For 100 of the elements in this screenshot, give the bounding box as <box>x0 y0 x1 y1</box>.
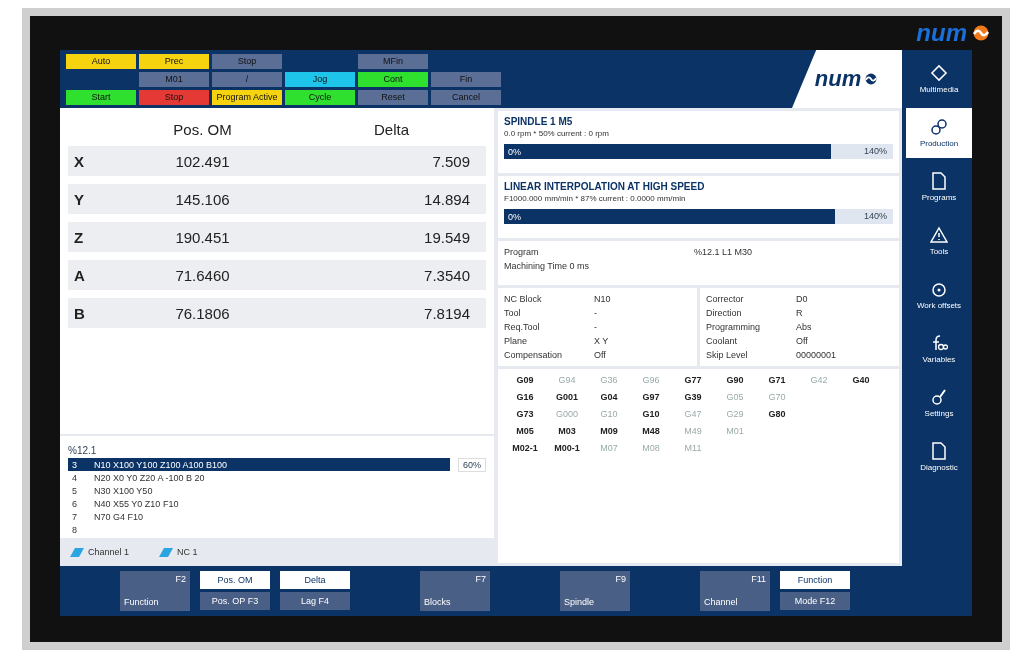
axis-name: Z <box>73 228 85 246</box>
delta-value: 19.549 <box>423 228 471 246</box>
channel-label[interactable]: Channel 1 <box>88 547 130 557</box>
softkey[interactable]: Lag F4 <box>280 592 350 610</box>
status-label: NC Block <box>504 294 543 304</box>
status-value: - <box>594 308 597 318</box>
g-code: G40 <box>851 375 871 385</box>
softkey-option[interactable]: Delta <box>280 571 350 589</box>
g-code: M01 <box>725 426 745 436</box>
g-code: G97 <box>641 392 661 402</box>
g-code: G04 <box>599 392 619 402</box>
sidebar-item[interactable]: Tools <box>906 216 972 266</box>
g-code: G77 <box>683 375 703 385</box>
status-value: Off <box>594 350 606 360</box>
softkey[interactable]: Pos. OP F3 <box>200 592 270 610</box>
g-code: G39 <box>683 392 703 402</box>
status-label: Programming <box>706 322 762 332</box>
g-code: M02-1 <box>511 443 539 453</box>
sidebar-item[interactable]: Settings <box>906 378 972 428</box>
gears-icon <box>930 118 948 136</box>
status-label: Skip Level <box>706 350 749 360</box>
softkey[interactable]: Mode F12 <box>780 592 850 610</box>
mode-button[interactable]: Start <box>66 90 136 105</box>
program-line[interactable]: 8 <box>68 523 450 536</box>
mode-button[interactable]: Cont <box>358 72 428 87</box>
info-label: Program <box>504 247 540 257</box>
brand-logo: num <box>916 19 967 47</box>
status-value: Off <box>796 336 808 346</box>
g-code: G71 <box>767 375 787 385</box>
gauge-title: LINEAR INTERPOLATION AT HIGH SPEED <box>504 181 706 192</box>
info-value: %12.1 L1 M30 <box>694 247 753 257</box>
function-icon <box>930 334 948 352</box>
sidebar-item[interactable]: Work offsets <box>906 270 972 320</box>
program-title: %12.1 <box>68 445 97 456</box>
document-icon <box>931 172 947 190</box>
sidebar-item[interactable]: Variables <box>906 324 972 374</box>
program-line[interactable]: 7 N70 G4 F10 <box>68 510 450 523</box>
mode-button[interactable]: Cancel <box>431 90 501 105</box>
status-value: X Y <box>594 336 609 346</box>
status-value: 00000001 <box>796 350 837 360</box>
channel-label[interactable]: NC 1 <box>177 547 198 557</box>
mode-button[interactable]: Cycle <box>285 90 355 105</box>
g-code: M48 <box>641 426 661 436</box>
softkey[interactable]: F2 Function <box>120 571 190 611</box>
g-code: M49 <box>683 426 703 436</box>
g-code: G36 <box>599 375 619 385</box>
axis-name: B <box>73 304 86 322</box>
mode-button[interactable]: Reset <box>358 90 428 105</box>
mode-button[interactable]: Jog <box>285 72 355 87</box>
document-icon <box>931 442 947 460</box>
program-line[interactable]: 5 N30 X100 Y50 <box>68 484 450 497</box>
g-code: G16 <box>515 392 535 402</box>
softkey[interactable]: F7 Blocks <box>420 571 490 611</box>
column-header: Pos. OM <box>172 120 233 138</box>
softkey[interactable]: F9 Spindle <box>560 571 630 611</box>
axis-name: Y <box>73 190 85 208</box>
softkey-option[interactable]: Pos. OM <box>200 571 270 589</box>
delta-value: 7.8194 <box>423 304 471 322</box>
mode-button[interactable]: Stop <box>212 54 282 69</box>
softkey[interactable]: F11 Channel <box>700 571 770 611</box>
sidebar-item[interactable]: Programs <box>906 162 972 212</box>
status-value: Abs <box>796 322 812 332</box>
mode-button[interactable]: Auto <box>66 54 136 69</box>
g-code: G09 <box>515 375 535 385</box>
g-code: G000 <box>555 409 579 419</box>
g-code: M00-1 <box>553 443 581 453</box>
program-line[interactable]: 4 N20 X0 Y0 Z20 A -100 B 20 <box>68 471 450 484</box>
position-value: 76.1806 <box>174 304 231 322</box>
program-line[interactable]: 6 N40 X55 Y0 Z10 F10 <box>68 497 450 510</box>
g-code: M07 <box>599 443 619 453</box>
delta-value: 14.894 <box>423 190 471 208</box>
delta-value: 7.509 <box>431 152 471 170</box>
mode-button[interactable]: Fin <box>431 72 501 87</box>
status-label: Coolant <box>706 336 739 346</box>
mode-button[interactable]: Prec <box>139 54 209 69</box>
mode-button[interactable]: M01 <box>139 72 209 87</box>
delta-value: 7.3540 <box>423 266 471 284</box>
g-code: G42 <box>809 375 829 385</box>
softkey-option[interactable]: Function <box>780 571 850 589</box>
status-label: Compensation <box>504 350 564 360</box>
g-code: G10 <box>599 409 619 419</box>
sidebar-item[interactable]: Multimedia <box>906 54 972 104</box>
sidebar-item[interactable]: Diagnostic <box>906 432 972 482</box>
mode-button[interactable]: Program Active <box>212 90 282 105</box>
info-label: Machining Time 0 ms <box>504 261 591 271</box>
gauge-max: 140% <box>863 146 887 156</box>
mode-button[interactable]: Stop <box>139 90 209 105</box>
g-code: M09 <box>599 426 619 436</box>
gauge-subtitle: 0.0 rpm * 50% current : 0 rpm <box>504 129 610 138</box>
channel-icon <box>70 547 84 557</box>
g-code: M11 <box>683 443 703 453</box>
position-value: 145.106 <box>174 190 231 208</box>
status-label: Direction <box>706 308 743 318</box>
column-header: Delta <box>373 120 410 138</box>
sidebar-item[interactable]: Production <box>906 108 972 158</box>
mode-button[interactable]: / <box>212 72 282 87</box>
mode-button[interactable]: MFin <box>358 54 428 69</box>
g-code: G47 <box>683 409 703 419</box>
circle-target-icon <box>930 280 948 298</box>
gauge-max: 140% <box>863 211 887 221</box>
